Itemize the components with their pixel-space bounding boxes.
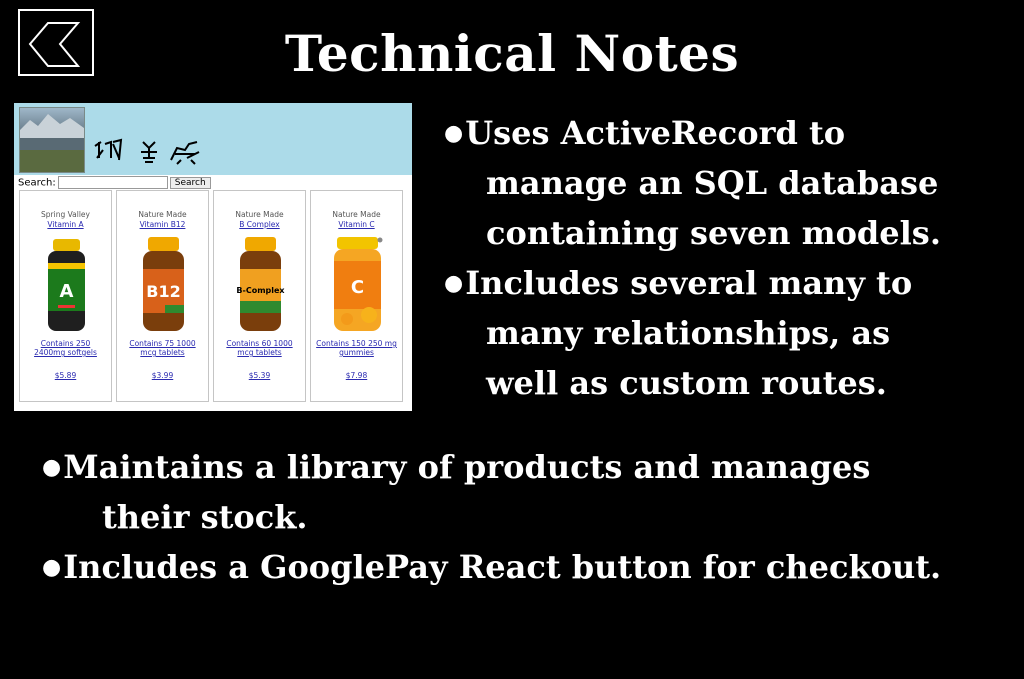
bullet-dot: ● — [42, 554, 62, 580]
bullet-text: manage an SQL database — [486, 164, 939, 202]
bullet-text: Uses ActiveRecord to — [465, 114, 846, 152]
product-card[interactable]: Nature Made Vitamin C C Contains 150 250… — [310, 190, 403, 402]
search-input[interactable] — [57, 176, 168, 189]
product-description-link[interactable]: Contains 60 1000 mcg tablets — [214, 339, 305, 357]
bullet-text: Includes several many to — [465, 264, 913, 302]
svg-text:C: C — [351, 277, 364, 298]
screenshot-header — [14, 103, 412, 175]
bullet-text: containing seven models. — [486, 214, 941, 252]
svg-text:A: A — [60, 281, 74, 302]
product-brand: Nature Made — [332, 210, 381, 219]
bullet-dot: ● — [42, 454, 62, 480]
app-screenshot: Search: Search Spring Valley Vitamin A A … — [14, 103, 412, 411]
product-description-link[interactable]: Contains 250 2400mg softgels — [20, 339, 111, 357]
product-price-link[interactable]: $5.39 — [214, 371, 305, 380]
svg-text:B12: B12 — [146, 282, 180, 301]
product-name-link[interactable]: B Complex — [214, 220, 305, 230]
bullet-activerecord: ●Uses ActiveRecord to manage an SQL data… — [444, 108, 941, 258]
product-card[interactable]: Spring Valley Vitamin A A Contains 250 2… — [19, 190, 112, 402]
product-image: B-Complex — [214, 235, 305, 335]
bullet-relationships: ●Includes several many to many relations… — [444, 258, 912, 408]
banner-image — [19, 107, 85, 173]
product-price-link[interactable]: $3.99 — [117, 371, 208, 380]
product-description-link[interactable]: Contains 75 1000 mcg tablets — [117, 339, 208, 357]
product-card[interactable]: Nature Made Vitamin B12 B12 Contains 75 … — [116, 190, 209, 402]
bullet-text: many relationships, as — [486, 314, 891, 352]
svg-text:B-Complex: B-Complex — [236, 286, 285, 295]
search-button[interactable]: Search — [169, 176, 211, 189]
product-brand: Nature Made — [235, 210, 284, 219]
product-image: A — [20, 235, 111, 335]
product-image: C — [311, 235, 402, 335]
product-name-link[interactable]: Vitamin B12 — [117, 220, 208, 230]
product-name-link[interactable]: Vitamin A — [20, 220, 111, 230]
bullet-dot: ● — [444, 120, 464, 146]
product-description-link[interactable]: Contains 150 250 mg gummies — [311, 339, 402, 357]
product-price-link[interactable]: $7.98 — [311, 371, 402, 380]
search-label: Search: — [18, 177, 56, 189]
bullet-dot: ● — [444, 270, 464, 296]
product-image: B12 — [117, 235, 208, 335]
product-brand: Spring Valley — [41, 210, 90, 219]
product-card[interactable]: Nature Made B Complex B-Complex Contains… — [213, 190, 306, 402]
bullet-library: ●Maintains a library of products and man… — [42, 442, 870, 542]
bullet-googlepay: ●Includes a GooglePay React button for c… — [42, 542, 941, 592]
bullet-text: well as custom routes. — [486, 364, 887, 402]
page-title: Technical Notes — [284, 24, 740, 83]
search-bar: Search: Search — [18, 176, 211, 189]
product-name-link[interactable]: Vitamin C — [311, 220, 402, 230]
bullet-text: Includes a GooglePay React button for ch… — [63, 548, 942, 586]
logo-doodles — [91, 136, 211, 170]
product-price-link[interactable]: $5.89 — [20, 371, 111, 380]
bullet-text: Maintains a library of products and mana… — [63, 448, 871, 486]
product-brand: Nature Made — [138, 210, 187, 219]
bullet-text: their stock. — [102, 498, 308, 536]
